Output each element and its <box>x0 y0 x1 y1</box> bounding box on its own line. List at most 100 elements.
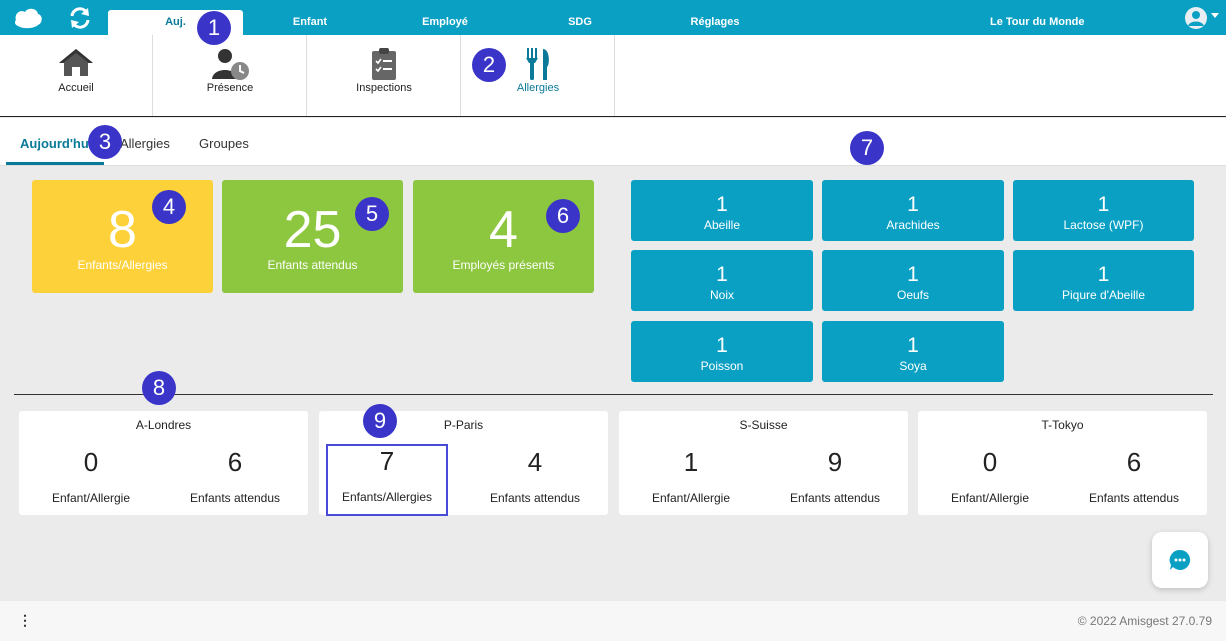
active-tab-indicator <box>6 162 104 165</box>
allergy-name: Abeille <box>703 218 741 232</box>
callout-badge-2: 2 <box>472 48 506 82</box>
allergy-name: Poisson <box>700 359 744 373</box>
group-allergy-label: Enfant/Allergie <box>950 491 1030 505</box>
chat-button[interactable] <box>1152 532 1208 588</box>
group-expected-label: Enfants attendus <box>189 491 281 505</box>
group-allergy-count: 7 <box>379 446 395 476</box>
callout-badge-8: 8 <box>142 371 176 405</box>
organization-name: Le Tour du Monde <box>990 16 1085 28</box>
clipboard-icon <box>372 48 396 80</box>
group-allergy-stat[interactable]: 7 Enfants/Allergies <box>326 444 448 516</box>
subtab-groupes[interactable]: Groupes <box>199 136 249 151</box>
module-label: Présence <box>206 82 254 94</box>
copyright-text: © 2022 Amisgest 27.0.79 <box>1077 614 1212 628</box>
group-expected-stat: 9 Enfants attendus <box>765 447 905 505</box>
allergy-tile-abeille[interactable]: 1 Abeille <box>631 180 813 241</box>
stat-card-employees-present[interactable]: 4 Employés présents <box>413 180 594 293</box>
top-navigation-bar: Auj. Enfant Employé SDG Réglages Le Tour… <box>0 0 1226 35</box>
allergy-name: Arachides <box>886 218 940 232</box>
allergy-count: 1 <box>716 334 728 357</box>
utensils-icon <box>526 48 549 80</box>
allergy-tile-piqure-abeille[interactable]: 1 Piqure d'Abeille <box>1013 250 1194 311</box>
group-expected-count: 6 <box>227 447 243 477</box>
allergy-tile-noix[interactable]: 1 Noix <box>631 250 813 311</box>
allergy-count: 1 <box>1097 263 1110 286</box>
group-allergy-stat: 1 Enfant/Allergie <box>621 447 761 505</box>
user-avatar-icon[interactable] <box>1185 7 1207 29</box>
module-label: Allergies <box>516 82 560 94</box>
callout-badge-5: 5 <box>355 197 389 231</box>
group-card-s-suisse[interactable]: S-Suisse 1 Enfant/Allergie 9 Enfants att… <box>619 411 908 515</box>
subtab-allergies[interactable]: Allergies <box>120 136 170 151</box>
tab-reglages[interactable]: Réglages <box>665 10 765 35</box>
allergy-count: 1 <box>907 334 919 357</box>
stat-card-children-allergies[interactable]: 8 Enfants/Allergies <box>32 180 213 293</box>
allergy-name: Piqure d'Abeille <box>1061 288 1145 302</box>
group-expected-label: Enfants attendus <box>489 491 581 505</box>
stat-label: Employés présents <box>452 258 555 272</box>
module-presence[interactable]: Présence <box>154 35 307 116</box>
allergy-count: 1 <box>716 193 728 216</box>
group-expected-count: 6 <box>1126 447 1142 477</box>
stat-value: 8 <box>108 201 137 259</box>
group-title: A-Londres <box>135 418 192 432</box>
group-card-p-paris[interactable]: P-Paris 7 Enfants/Allergies 4 Enfants at… <box>319 411 608 516</box>
allergy-count: 1 <box>716 263 728 286</box>
group-expected-count: 9 <box>827 447 843 477</box>
group-allergy-count: 0 <box>982 447 998 477</box>
group-allergy-stat: 0 Enfant/Allergie <box>920 447 1060 505</box>
stat-label: Enfants/Allergies <box>77 258 168 272</box>
allergy-tile-arachides[interactable]: 1 Arachides <box>822 180 1004 241</box>
group-card-a-londres[interactable]: A-Londres 0 Enfant/Allergie 6 Enfants at… <box>19 411 308 515</box>
callout-badge-1: 1 <box>197 11 231 45</box>
group-allergy-label: Enfants/Allergies <box>341 490 433 504</box>
callout-badge-9: 9 <box>363 404 397 438</box>
tab-sdg[interactable]: SDG <box>530 10 630 35</box>
group-expected-stat: 6 Enfants attendus <box>165 447 305 505</box>
section-divider <box>14 394 1213 395</box>
sync-icon[interactable] <box>68 6 92 30</box>
subtab-bar: Aujourd'hui Allergies Groupes <box>0 118 1226 166</box>
allergy-name: Soya <box>899 359 927 373</box>
callout-badge-3: 3 <box>88 125 122 159</box>
kebab-menu-icon[interactable]: ⋮ <box>18 613 32 627</box>
group-allergy-label: Enfant/Allergie <box>51 491 131 505</box>
allergy-tile-soya[interactable]: 1 Soya <box>822 321 1004 382</box>
tab-enfant[interactable]: Enfant <box>260 10 360 35</box>
logo-icon[interactable] <box>12 6 44 30</box>
module-label: Accueil <box>58 82 94 94</box>
group-title: S-Suisse <box>739 418 788 432</box>
group-expected-label: Enfants attendus <box>1088 491 1180 505</box>
group-expected-count: 4 <box>527 447 543 477</box>
group-allergy-stat: 0 Enfant/Allergie <box>21 447 161 505</box>
allergy-tile-poisson[interactable]: 1 Poisson <box>631 321 813 382</box>
allergy-name: Oeufs <box>896 288 929 302</box>
callout-badge-7: 7 <box>850 131 884 165</box>
allergy-count: 1 <box>907 193 919 216</box>
chevron-down-icon[interactable] <box>1211 13 1219 18</box>
allergy-tile-lactose[interactable]: 1 Lactose (WPF) <box>1013 180 1194 241</box>
user-clock-icon <box>212 49 249 80</box>
home-icon <box>59 49 93 76</box>
group-allergy-count: 1 <box>683 447 699 477</box>
allergy-count: 1 <box>907 263 919 286</box>
module-inspections[interactable]: Inspections <box>308 35 461 116</box>
chat-bubble-icon <box>1169 549 1191 570</box>
module-accueil[interactable]: Accueil <box>0 35 153 116</box>
allergy-tile-oeufs[interactable]: 1 Oeufs <box>822 250 1004 311</box>
group-expected-stat: 4 Enfants attendus <box>465 447 605 505</box>
callout-badge-4: 4 <box>152 190 186 224</box>
footer: ⋮ © 2022 Amisgest 27.0.79 <box>0 601 1226 641</box>
group-card-t-tokyo[interactable]: T-Tokyo 0 Enfant/Allergie 6 Enfants atte… <box>918 411 1207 515</box>
group-title: T-Tokyo <box>1041 418 1084 432</box>
callout-badge-6: 6 <box>546 199 580 233</box>
tab-employe[interactable]: Employé <box>395 10 495 35</box>
allergy-count: 1 <box>1097 193 1110 216</box>
allergy-name: Noix <box>709 288 734 302</box>
allergy-name: Lactose (WPF) <box>1063 218 1144 232</box>
group-allergy-label: Enfant/Allergie <box>651 491 731 505</box>
subtab-aujourdhui[interactable]: Aujourd'hui <box>20 136 92 151</box>
group-allergy-count: 0 <box>83 447 99 477</box>
module-label: Inspections <box>356 82 412 94</box>
stat-label: Enfants attendus <box>267 258 358 272</box>
